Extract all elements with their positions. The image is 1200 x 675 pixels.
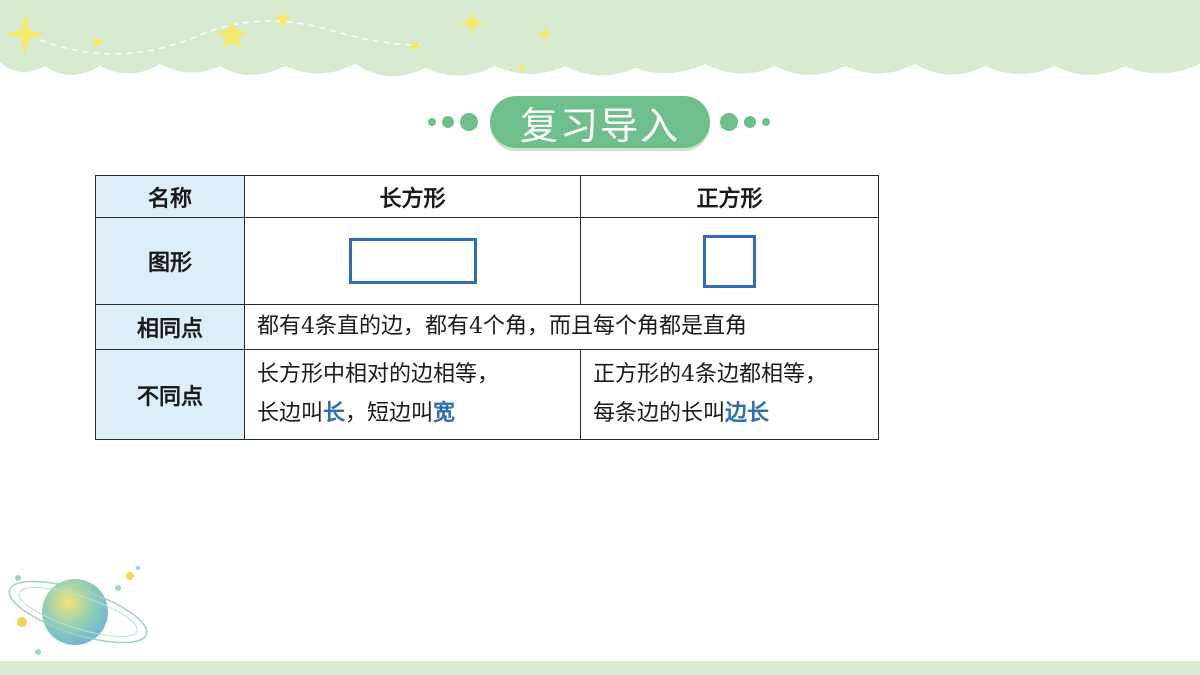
same-text: 都有4条直的边，都有4个角，而且每个角都是直角 bbox=[257, 314, 747, 339]
rect-diff-cell: 长方形中相对的边相等， 长边叫长，短边叫宽 bbox=[244, 349, 581, 440]
rect-wide-term: 宽 bbox=[433, 400, 456, 426]
rect-long-term: 长 bbox=[323, 400, 346, 426]
rect-diff-text-a: 长边叫 bbox=[257, 401, 324, 426]
rect-diff-line-1: 长方形中相对的边相等， bbox=[257, 362, 500, 387]
title-dot-right-2 bbox=[744, 116, 756, 128]
title-dot-left-2 bbox=[442, 116, 454, 128]
header-name-cell: 名称 bbox=[95, 175, 245, 218]
title-dot-right-1 bbox=[720, 113, 738, 131]
square-diff-text-a: 每条边的长叫 bbox=[593, 401, 726, 426]
square-diff-line-2: 每条边的长叫边长 bbox=[581, 394, 878, 433]
rect-diff-line-2: 长边叫长，短边叫宽 bbox=[245, 394, 580, 433]
title-dot-right-3 bbox=[762, 118, 770, 126]
header-rect-cell: 长方形 bbox=[244, 175, 581, 218]
comparison-table: 名称 长方形 正方形 图形 相同点 都有4条直的边，都有4个角，而且每个角都是直… bbox=[95, 175, 879, 440]
figure-row: 图形 bbox=[95, 217, 879, 305]
same-row: 相同点 都有4条直的边，都有4个角，而且每个角都是直角 bbox=[95, 304, 879, 350]
square-diff-cell: 正方形的4条边都相等， 每条边的长叫边长 bbox=[580, 349, 879, 440]
bottom-band bbox=[0, 661, 1200, 675]
page-title: 复习导入 bbox=[490, 96, 710, 148]
table-header-row: 名称 长方形 正方形 bbox=[95, 175, 879, 218]
square-side-term: 边长 bbox=[725, 400, 770, 426]
header-square-cell: 正方形 bbox=[580, 175, 879, 218]
title-banner: 复习导入 bbox=[420, 92, 780, 152]
rectangle-shape bbox=[348, 238, 477, 284]
square-diff-line-1: 正方形的4条边都相等， bbox=[593, 362, 827, 387]
diff-row: 不同点 长方形中相对的边相等， 长边叫长，短边叫宽 正方形的4条边都相等， 每条… bbox=[95, 349, 879, 440]
same-label-cell: 相同点 bbox=[95, 304, 245, 350]
title-dot-left-3 bbox=[460, 113, 478, 131]
rect-diff-text-b: ，短边叫 bbox=[345, 401, 434, 426]
top-cloud-banner bbox=[0, 0, 1200, 85]
same-text-cell: 都有4条直的边，都有4个角，而且每个角都是直角 bbox=[244, 304, 879, 350]
planet-decoration bbox=[8, 566, 148, 655]
title-dot-left-1 bbox=[428, 118, 436, 126]
diff-label-cell: 不同点 bbox=[95, 349, 245, 440]
figure-label-cell: 图形 bbox=[95, 217, 245, 305]
square-figure-cell bbox=[580, 217, 879, 305]
rect-figure-cell bbox=[244, 217, 581, 305]
square-shape bbox=[703, 234, 756, 288]
